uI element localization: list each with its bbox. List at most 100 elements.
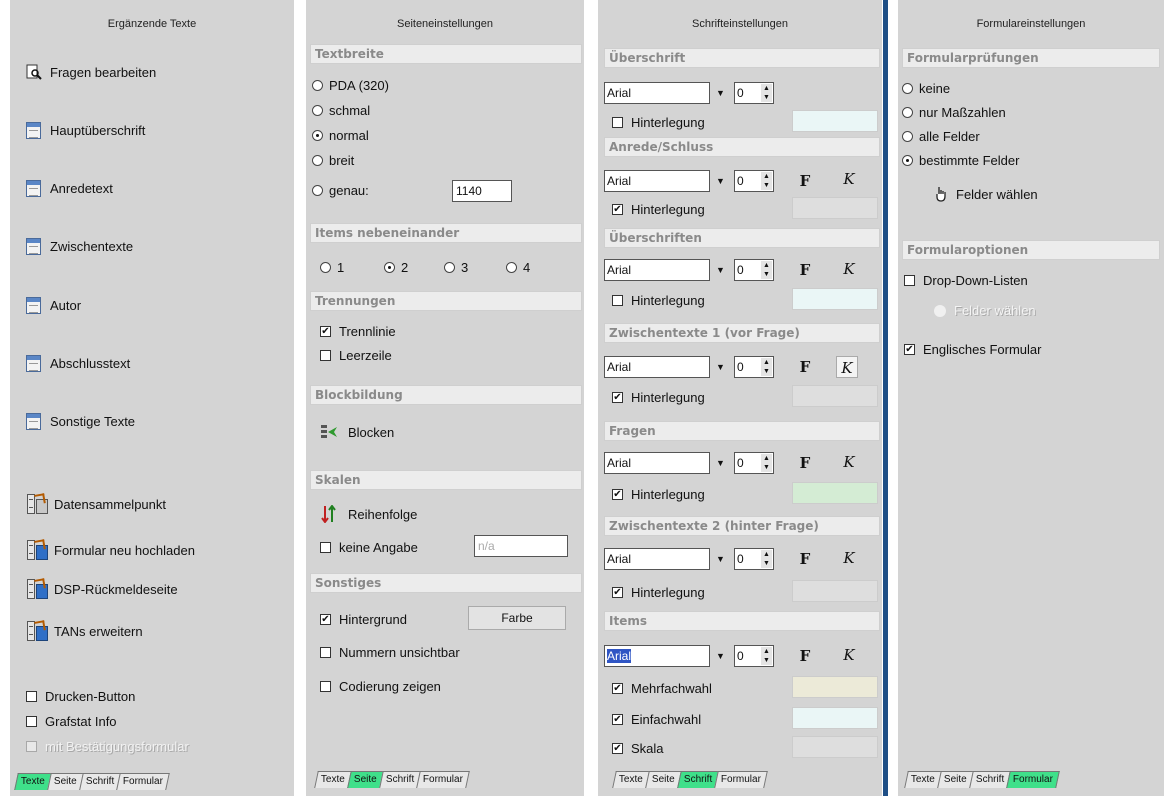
radio-bestimmte-felder[interactable]: bestimmte Felder xyxy=(902,153,1019,168)
font-size-spinner[interactable]: 0 ▲ ▼ xyxy=(734,170,774,192)
tab-schrift[interactable]: Schrift xyxy=(78,773,121,790)
spinner-arrows-icon[interactable]: ▲ ▼ xyxy=(761,261,772,279)
font-select[interactable]: Arial xyxy=(604,170,710,192)
felder-waehlen-button[interactable]: Felder wählen xyxy=(934,186,1038,202)
font-size-spinner[interactable]: 0 ▲ ▼ xyxy=(734,645,774,667)
checkbox-box[interactable]: ✔ xyxy=(612,392,623,403)
bold-button[interactable]: F xyxy=(794,645,816,667)
tans-erweitern-button[interactable]: TANs erweitern xyxy=(26,620,143,642)
bold-button[interactable]: F xyxy=(794,259,816,281)
bold-button[interactable]: F xyxy=(794,548,816,570)
radio-button[interactable] xyxy=(312,155,323,166)
tab-schrift[interactable]: Schrift xyxy=(378,771,421,788)
tab-seite[interactable]: Seite xyxy=(47,773,84,790)
spinner-arrows-icon[interactable]: ▲ ▼ xyxy=(761,358,772,376)
drucken-button-checkbox[interactable]: Drucken-Button xyxy=(26,689,135,704)
color-swatch[interactable] xyxy=(792,197,878,219)
radio-genau[interactable]: genau: xyxy=(312,183,369,198)
dropdown-arrow-icon[interactable]: ▼ xyxy=(716,176,725,186)
font-select[interactable]: Arial xyxy=(604,645,710,667)
font-select[interactable]: Arial xyxy=(604,548,710,570)
font-select[interactable]: Arial xyxy=(604,356,710,378)
blocken-button[interactable]: Blocken xyxy=(320,423,394,441)
tab-formular[interactable]: Formular xyxy=(416,771,470,788)
color-swatch[interactable] xyxy=(792,385,878,407)
checkbox-box[interactable]: ✔ xyxy=(612,714,623,725)
exact-width-input[interactable]: 1140 xyxy=(452,180,512,202)
hinterlegung-checkbox[interactable]: ✔ Hinterlegung xyxy=(612,390,705,405)
trennlinie-checkbox[interactable]: ✔ Trennlinie xyxy=(320,324,396,339)
tab-seite[interactable]: Seite xyxy=(937,771,974,788)
font-size-spinner[interactable]: 0 ▲ ▼ xyxy=(734,452,774,474)
nummern-unsichtbar-checkbox[interactable]: Nummern unsichtbar xyxy=(320,645,460,660)
englisches-formular-checkbox[interactable]: ✔ Englisches Formular xyxy=(904,342,1042,357)
hinterlegung-checkbox[interactable]: Hinterlegung xyxy=(612,293,705,308)
tab-schrift[interactable]: Schrift xyxy=(676,771,719,788)
color-swatch[interactable] xyxy=(792,676,878,698)
radio-button[interactable] xyxy=(902,107,913,118)
font-size-spinner[interactable]: 0 ▲ ▼ xyxy=(734,548,774,570)
checkbox-box[interactable]: ✔ xyxy=(320,614,331,625)
font-size-spinner[interactable]: 0 ▲ ▼ xyxy=(734,259,774,281)
sonstige-texte-button[interactable]: Sonstige Texte xyxy=(26,413,135,430)
tab-formular[interactable]: Formular xyxy=(714,771,768,788)
tab-schrift[interactable]: Schrift xyxy=(968,771,1011,788)
radio-button[interactable] xyxy=(312,80,323,91)
color-swatch[interactable] xyxy=(792,110,878,132)
bold-button[interactable]: F xyxy=(794,452,816,474)
font-select[interactable]: Arial xyxy=(604,452,710,474)
tab-texte[interactable]: Texte xyxy=(612,771,650,788)
font-select[interactable]: Arial xyxy=(604,82,710,104)
color-swatch[interactable] xyxy=(792,482,878,504)
datensammelpunkt-button[interactable]: Datensammelpunkt xyxy=(26,493,166,515)
panel-divider-scrollbar[interactable] xyxy=(883,0,888,796)
hinterlegung-checkbox[interactable]: ✔ Hinterlegung xyxy=(612,202,705,217)
radio-button[interactable] xyxy=(902,83,913,94)
checkbox-box[interactable] xyxy=(320,350,331,361)
radio-button[interactable] xyxy=(444,262,455,273)
radio-button[interactable] xyxy=(320,262,331,273)
color-swatch[interactable] xyxy=(792,288,878,310)
drop-down-listen-checkbox[interactable]: Drop-Down-Listen xyxy=(904,273,1028,288)
farbe-button[interactable]: Farbe xyxy=(468,606,566,630)
checkbox-box[interactable]: ✔ xyxy=(612,489,623,500)
codierung-zeigen-checkbox[interactable]: Codierung zeigen xyxy=(320,679,441,694)
checkbox-box[interactable] xyxy=(320,542,331,553)
font-select[interactable]: Arial xyxy=(604,259,710,281)
color-swatch[interactable] xyxy=(792,736,878,758)
italic-button[interactable]: K xyxy=(838,547,860,569)
tab-texte[interactable]: Texte xyxy=(904,771,942,788)
reihenfolge-button[interactable]: Reihenfolge xyxy=(320,504,417,524)
checkbox-box[interactable] xyxy=(904,275,915,286)
formular-neu-hochladen-button[interactable]: Formular neu hochladen xyxy=(26,539,195,561)
dropdown-arrow-icon[interactable]: ▼ xyxy=(716,88,725,98)
checkbox-box[interactable] xyxy=(320,647,331,658)
radio-schmal[interactable]: schmal xyxy=(312,103,370,118)
hinterlegung-checkbox[interactable]: ✔ Hinterlegung xyxy=(612,487,705,502)
grafstat-info-checkbox[interactable]: Grafstat Info xyxy=(26,714,117,729)
einfachwahl-checkbox[interactable]: ✔ Einfachwahl xyxy=(612,712,701,727)
skala-checkbox[interactable]: ✔ Skala xyxy=(612,741,664,756)
spinner-arrows-icon[interactable]: ▲ ▼ xyxy=(761,84,772,102)
bold-button[interactable]: F xyxy=(794,356,816,378)
color-swatch[interactable] xyxy=(792,580,878,602)
hintergrund-checkbox[interactable]: ✔ Hintergrund xyxy=(320,612,407,627)
checkbox-box[interactable]: ✔ xyxy=(612,743,623,754)
italic-button[interactable]: K xyxy=(838,644,860,666)
checkbox-box[interactable] xyxy=(612,295,623,306)
font-size-spinner[interactable]: 0 ▲ ▼ xyxy=(734,82,774,104)
radio-items-1[interactable]: 1 xyxy=(320,260,344,275)
radio-button[interactable] xyxy=(902,131,913,142)
radio-pda[interactable]: PDA (320) xyxy=(312,78,389,93)
abschlusstext-button[interactable]: Abschlusstext xyxy=(26,355,130,372)
checkbox-box[interactable] xyxy=(612,117,623,128)
autor-button[interactable]: Autor xyxy=(26,297,81,314)
dropdown-arrow-icon[interactable]: ▼ xyxy=(716,362,725,372)
radio-button[interactable] xyxy=(506,262,517,273)
tab-texte[interactable]: Texte xyxy=(314,771,352,788)
radio-nur-masszahlen[interactable]: nur Maßzahlen xyxy=(902,105,1006,120)
radio-button[interactable] xyxy=(312,185,323,196)
font-size-spinner[interactable]: 0 ▲ ▼ xyxy=(734,356,774,378)
spinner-arrows-icon[interactable]: ▲ ▼ xyxy=(761,454,772,472)
italic-button[interactable]: K xyxy=(838,451,860,473)
